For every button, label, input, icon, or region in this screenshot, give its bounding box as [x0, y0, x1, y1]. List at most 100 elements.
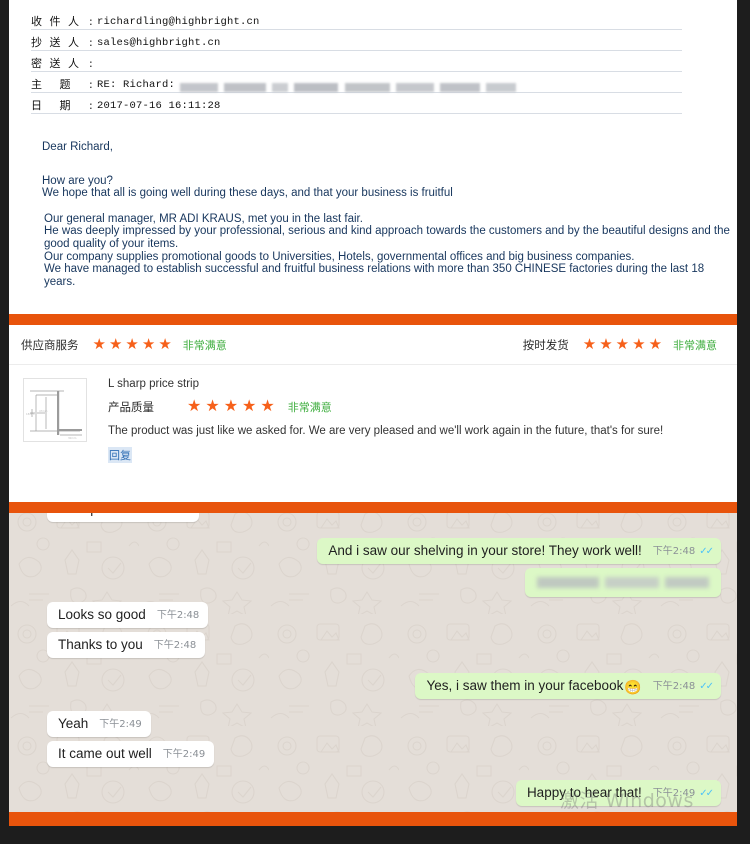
email-header-fields: 收 件 人 : richardling@highbright.cn 抄 送 人 …	[9, 0, 737, 114]
message-text: Thanks to you	[58, 637, 143, 652]
star-icon: ★	[187, 398, 202, 415]
reply-button[interactable]: 回复	[108, 447, 132, 463]
star-icon: ★	[615, 336, 630, 353]
message-text: It came out well	[58, 746, 152, 761]
orange-divider-top	[9, 314, 737, 325]
price-strip-drawing-icon: 18mm 47mm 30mm	[26, 390, 82, 440]
star-rating-product-quality: ★ ★ ★ ★ ★	[187, 399, 275, 415]
email-line-5: Our company supplies promotional goods t…	[44, 250, 635, 263]
field-value-to: richardling@highbright.cn	[97, 16, 260, 28]
chat-messages: Its expensive 下午2:48 And i saw our shelv…	[9, 502, 737, 812]
field-label-date: 日 期	[31, 99, 78, 112]
message-text: And i saw our shelving in your store! Th…	[328, 543, 642, 558]
chat-bubble-outgoing-redacted[interactable]	[525, 568, 721, 597]
message-text: Yeah	[58, 716, 89, 731]
field-colon: :	[89, 36, 93, 49]
grinning-face-emoji-icon: 😁	[624, 679, 642, 695]
star-icon: ★	[260, 398, 275, 415]
chat-bubble-incoming[interactable]: Yeah 下午2:49	[47, 711, 151, 737]
star-icon: ★	[141, 336, 156, 353]
email-line-1: How are you?	[42, 174, 113, 187]
message-time: 下午2:48	[153, 640, 197, 651]
rating-label-supplier-service: 供应商服务	[21, 337, 79, 352]
redacted-message-text	[537, 577, 709, 588]
product-review-block: 18mm 47mm 30mm L sharp price strip 产品质量 …	[9, 365, 737, 464]
read-receipt-icon: ✓✓	[699, 788, 714, 799]
message-text: Looks so good	[58, 607, 146, 622]
star-icon: ★	[125, 336, 139, 353]
chat-panel: Its expensive 下午2:48 And i saw our shelv…	[9, 502, 737, 812]
field-label-to: 收 件 人	[31, 15, 81, 28]
star-icon: ★	[632, 336, 646, 353]
star-icon: ★	[205, 398, 220, 415]
field-colon: :	[89, 15, 93, 28]
star-icon: ★	[92, 336, 106, 353]
field-colon: :	[89, 78, 93, 91]
email-line-6: We have managed to establish successful …	[44, 263, 705, 288]
chat-bubble-outgoing[interactable]: And i saw our shelving in your store! Th…	[317, 538, 721, 564]
star-icon: ★	[223, 398, 239, 415]
email-line-3: Our general manager, MR ADI KRAUS, met y…	[44, 212, 363, 225]
email-field-bcc[interactable]: 密 送 人 :	[31, 55, 682, 72]
email-line-4: He was deeply impressed by your professi…	[44, 225, 730, 250]
rating-text-on-time-delivery: 非常满意	[673, 338, 718, 352]
review-content: L sharp price strip 产品质量 ★ ★ ★ ★ ★ 非常满意 …	[108, 378, 663, 464]
email-line-2: We hope that all is going well during th…	[42, 187, 453, 200]
quality-label: 产品质量	[108, 400, 154, 414]
field-colon: :	[89, 57, 93, 70]
svg-text:47mm: 47mm	[39, 409, 48, 413]
rating-summary-row: 供应商服务 ★ ★ ★ ★ ★ 非常满意 按时发货 ★ ★ ★ ★ ★ 非常满意	[9, 325, 737, 365]
product-quality-rating: 产品质量 ★ ★ ★ ★ ★ 非常满意	[108, 399, 663, 415]
message-text: Yes, i saw them in your facebook	[426, 678, 624, 693]
chat-bubble-incoming[interactable]: Thanks to you 下午2:48	[47, 632, 206, 658]
star-icon: ★	[108, 336, 123, 353]
field-value-cc: sales@highbright.cn	[97, 37, 221, 49]
star-icon: ★	[599, 336, 613, 353]
field-label-subject: 主 题	[31, 78, 78, 91]
chat-bubble-outgoing[interactable]: Yes, i saw them in your facebook 😁 下午2:4…	[415, 673, 721, 699]
email-field-to[interactable]: 收 件 人 : richardling@highbright.cn	[31, 13, 682, 30]
star-rating-on-time-delivery: ★ ★ ★ ★ ★	[583, 337, 662, 352]
svg-text:18mm: 18mm	[26, 412, 35, 416]
email-field-cc[interactable]: 抄 送 人 : sales@highbright.cn	[31, 34, 682, 51]
orange-divider-bottom	[9, 812, 737, 826]
field-colon: :	[89, 99, 93, 112]
field-value-subject: RE: Richard:	[97, 79, 176, 91]
orange-divider-chat	[9, 502, 737, 513]
rating-text-supplier-service: 非常满意	[182, 338, 227, 352]
message-time: 下午2:48	[156, 610, 200, 621]
field-label-cc: 抄 送 人	[31, 36, 81, 49]
email-field-date[interactable]: 日 期 : 2017-07-16 16:11:28	[31, 97, 682, 114]
message-time: 下午2:48	[652, 546, 696, 557]
star-icon: ★	[158, 336, 172, 353]
star-icon: ★	[242, 398, 257, 415]
windows-activation-watermark: 激活 Windows	[560, 790, 694, 812]
field-value-date: 2017-07-16 16:11:28	[97, 100, 221, 112]
message-time: 下午2:48	[652, 681, 696, 692]
chat-bubble-incoming[interactable]: Looks so good 下午2:48	[47, 602, 209, 628]
review-panel: 供应商服务 ★ ★ ★ ★ ★ 非常满意 按时发货 ★ ★ ★ ★ ★ 非常满意…	[9, 325, 737, 502]
email-field-subject[interactable]: 主 题 : RE: Richard:	[31, 76, 682, 93]
email-panel: 收 件 人 : richardling@highbright.cn 抄 送 人 …	[9, 0, 737, 315]
message-time: 下午2:49	[99, 719, 142, 730]
review-comment: The product was just like we asked for. …	[108, 425, 664, 437]
star-rating-supplier-service: ★ ★ ★ ★ ★	[93, 337, 172, 352]
star-icon: ★	[582, 336, 597, 353]
read-receipt-icon: ✓✓	[699, 681, 714, 692]
screenshot-page: 收 件 人 : richardling@highbright.cn 抄 送 人 …	[0, 0, 750, 844]
email-greeting: Dear Richard,	[42, 141, 113, 153]
chat-bubble-incoming[interactable]: It came out well 下午2:49	[47, 741, 215, 767]
product-title[interactable]: L sharp price strip	[108, 378, 663, 390]
email-body: Dear Richard, How are you? We hope that …	[42, 141, 737, 288]
svg-text:30mm: 30mm	[68, 436, 77, 440]
read-receipt-icon: ✓✓	[699, 546, 714, 557]
rating-label-on-time-delivery: 按时发货	[522, 337, 569, 352]
message-time: 下午2:49	[162, 749, 206, 760]
star-icon: ★	[648, 336, 663, 353]
redacted-subject-text	[180, 83, 517, 92]
rating-supplier-service: 供应商服务 ★ ★ ★ ★ ★ 非常满意	[21, 337, 227, 353]
rating-on-time-delivery: 按时发货 ★ ★ ★ ★ ★ 非常满意	[523, 337, 717, 353]
product-thumbnail[interactable]: 18mm 47mm 30mm	[23, 378, 87, 442]
